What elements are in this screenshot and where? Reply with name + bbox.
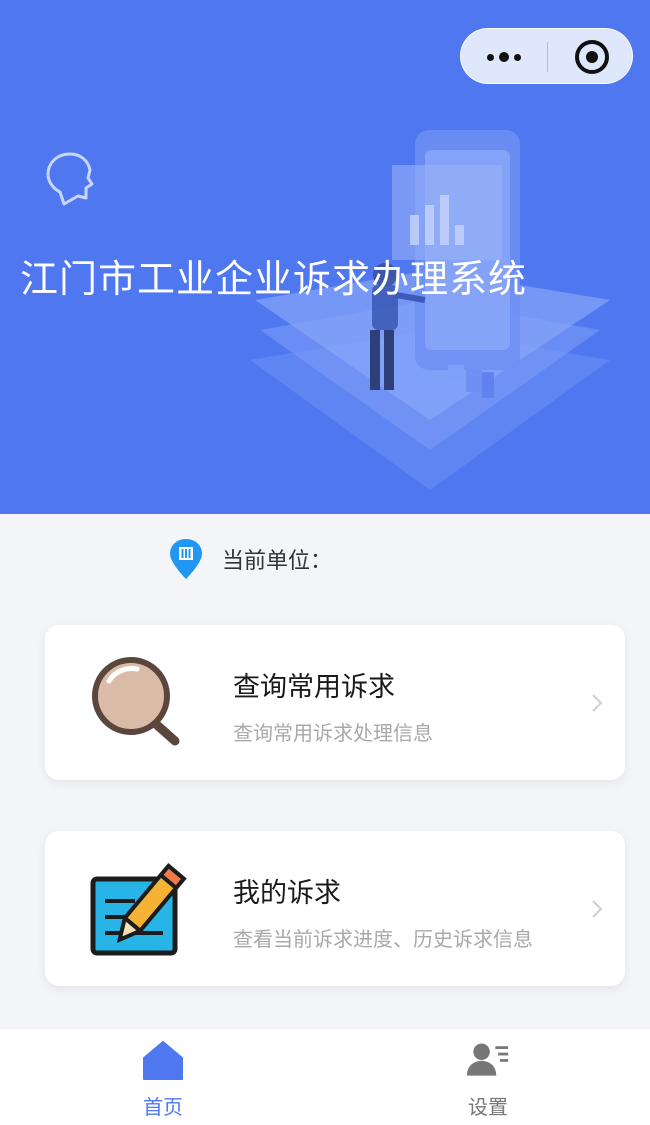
- chevron-right-icon: [592, 694, 603, 712]
- current-unit-label: 当前单位：: [222, 549, 333, 574]
- close-miniprogram-icon[interactable]: [575, 40, 609, 74]
- edit-pencil-icon: [90, 863, 187, 956]
- card-subtitle: 查询常用诉求处理信息: [233, 721, 433, 745]
- tab-settings[interactable]: 设置: [428, 1039, 548, 1121]
- capsule-divider: [547, 42, 548, 72]
- building-location-pin-icon: [170, 539, 202, 579]
- card-title: 我的诉求: [233, 878, 341, 909]
- home-icon: [143, 1041, 183, 1080]
- tab-label: 首页: [143, 1095, 183, 1119]
- tab-label: 设置: [468, 1095, 508, 1119]
- query-common-requests-card[interactable]: 查询常用诉求 查询常用诉求处理信息: [45, 625, 625, 780]
- card-title: 查询常用诉求: [233, 672, 395, 703]
- app-title: 江门市工业企业诉求办理系统: [20, 257, 528, 301]
- user-settings-icon: [466, 1043, 509, 1076]
- my-requests-card[interactable]: 我的诉求 查看当前诉求进度、历史诉求信息: [45, 831, 625, 986]
- more-dots-icon[interactable]: [461, 29, 547, 85]
- tab-home[interactable]: 首页: [103, 1039, 223, 1121]
- chevron-right-icon: [592, 900, 603, 918]
- magnifier-icon: [92, 657, 180, 746]
- card-subtitle: 查看当前诉求进度、历史诉求信息: [233, 927, 533, 951]
- head-silhouette-icon: [46, 152, 94, 206]
- header-banner: 江门市工业企业诉求办理系统: [0, 0, 650, 514]
- bottom-tab-bar: 首页 设置: [0, 1028, 650, 1125]
- current-unit-row: 当前单位：: [168, 538, 332, 580]
- miniprogram-capsule: [460, 28, 633, 84]
